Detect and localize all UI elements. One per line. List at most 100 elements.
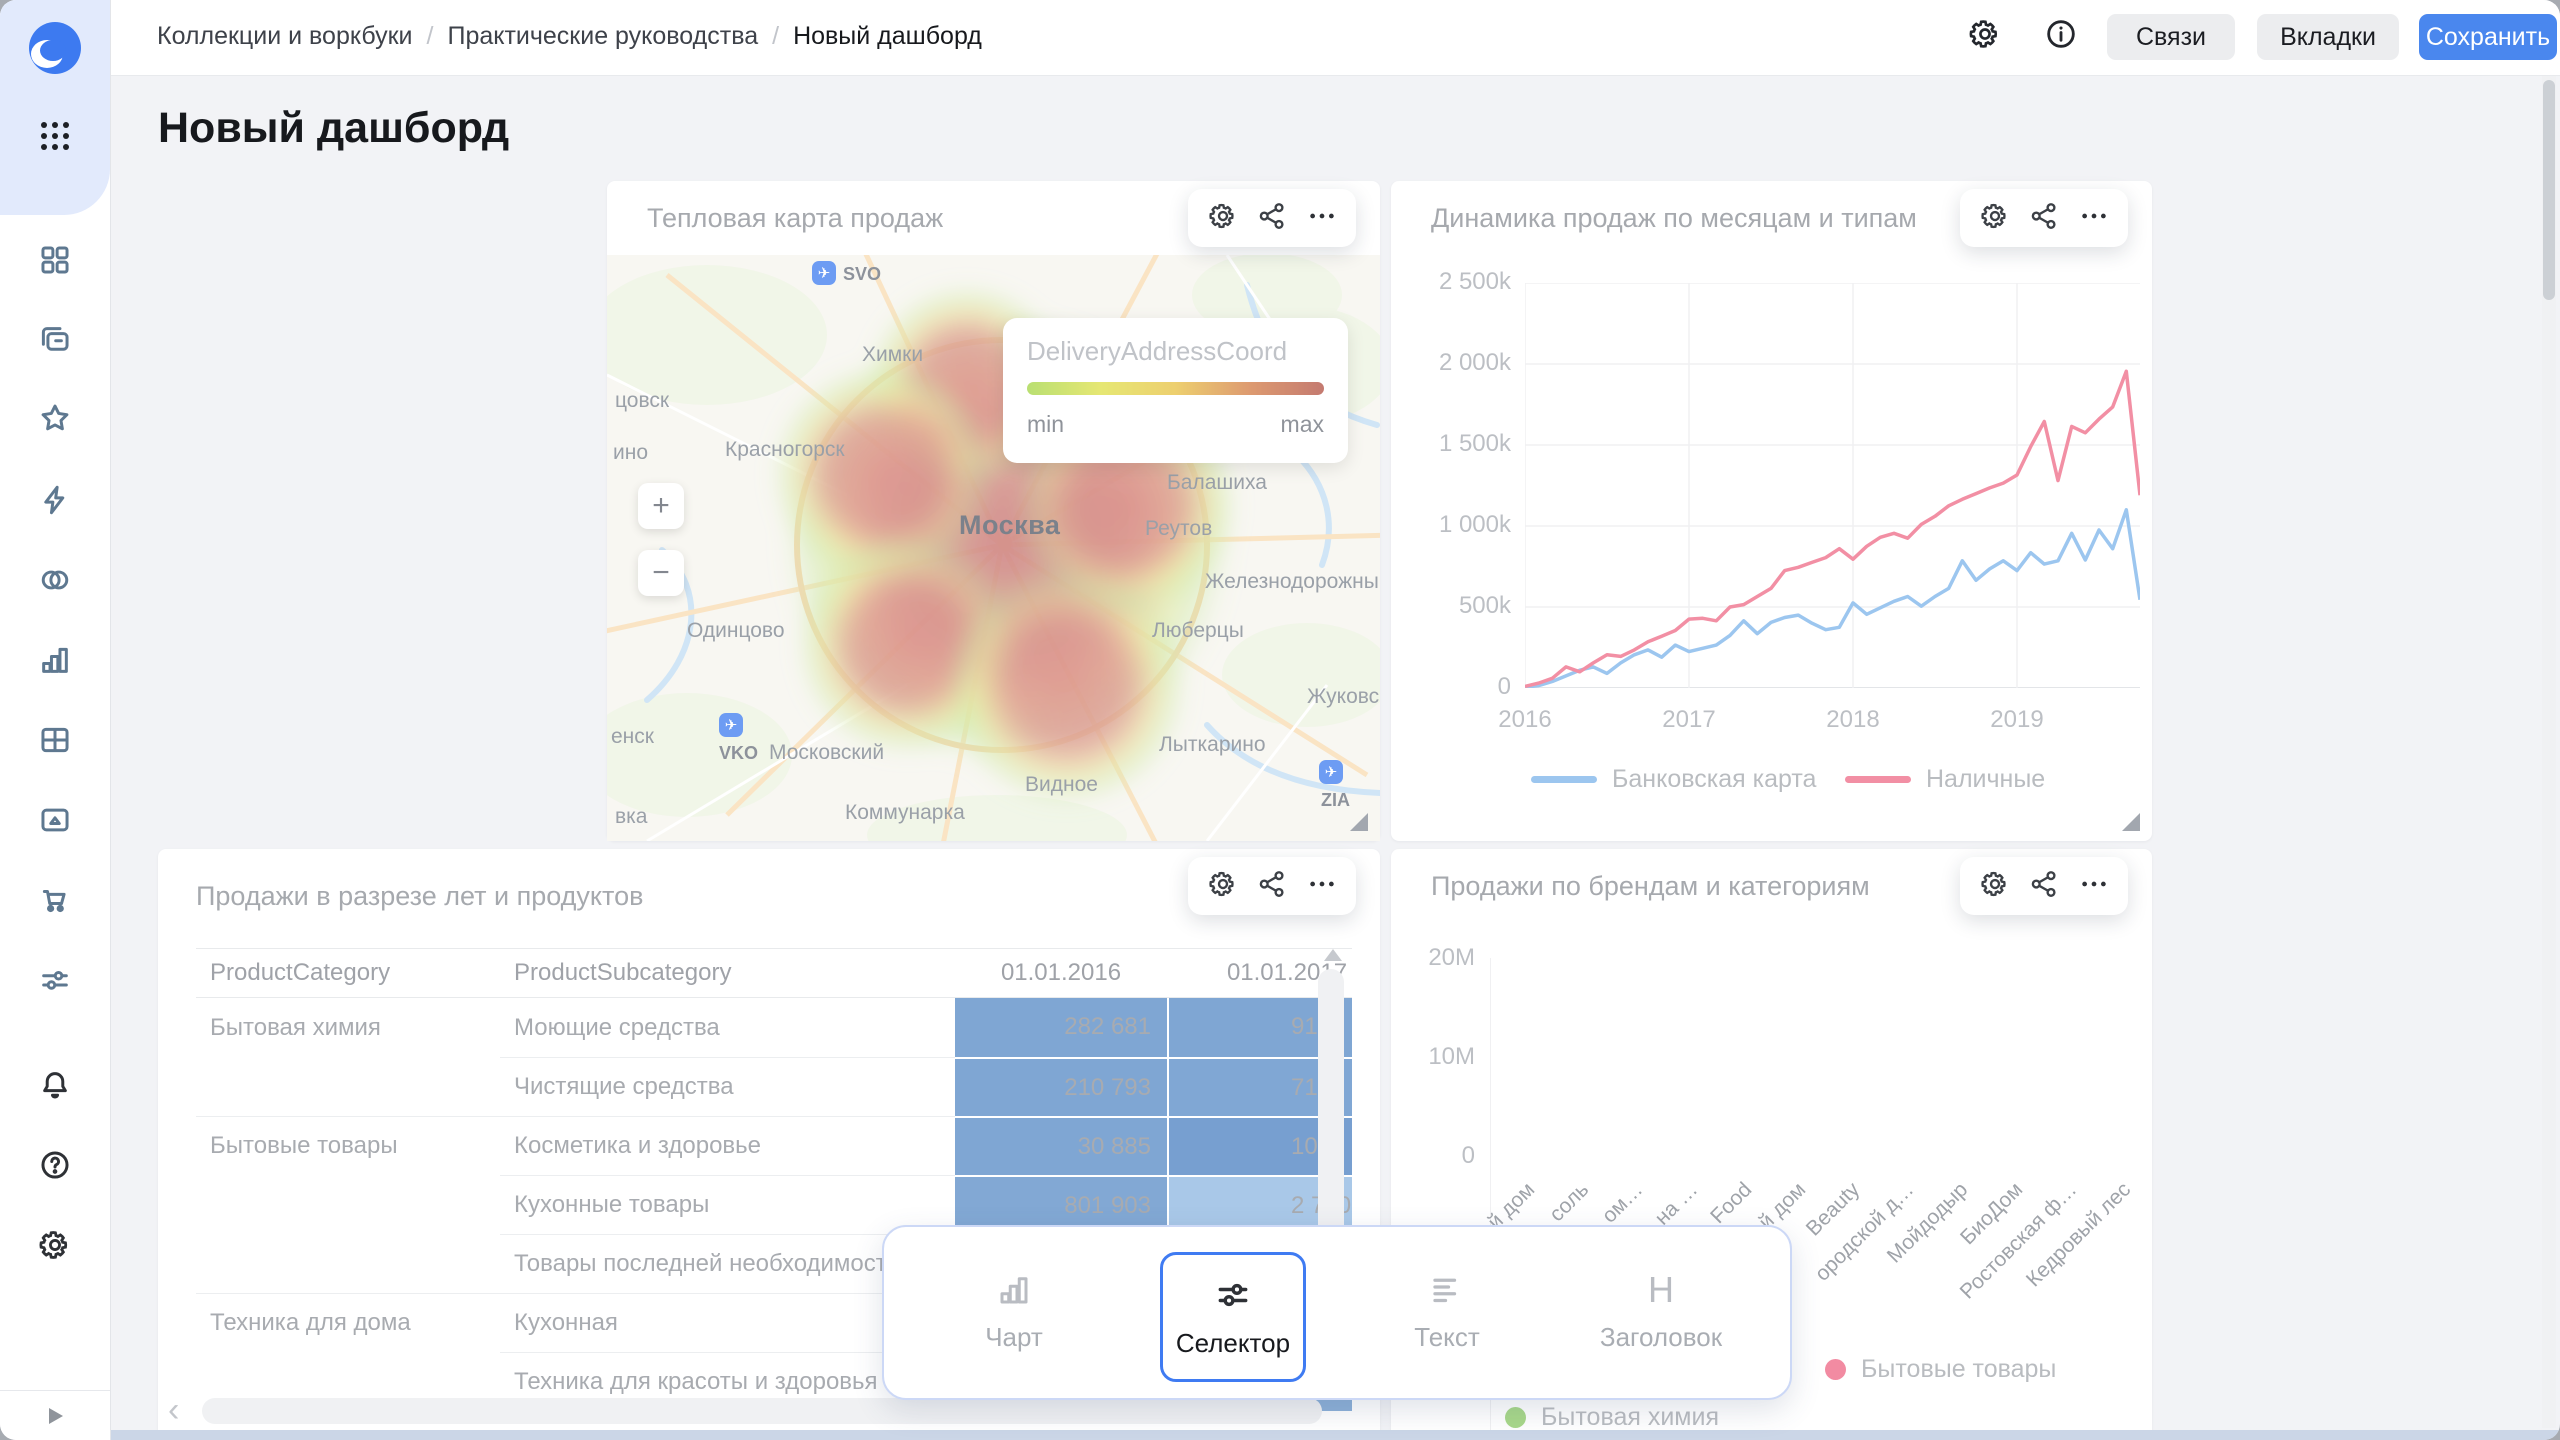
legend-item[interactable]: Бытовая химия bbox=[1505, 1403, 1719, 1432]
widget-links-icon[interactable] bbox=[1257, 201, 1287, 236]
cell-category: Бытовая химия bbox=[196, 998, 500, 1057]
widget-actions bbox=[1960, 857, 2128, 915]
city-label: вка bbox=[615, 805, 647, 829]
sidebar-item-tables[interactable] bbox=[38, 723, 72, 757]
info-button[interactable] bbox=[2044, 17, 2084, 57]
legend-item-card[interactable]: Банковская карта bbox=[1531, 765, 1816, 794]
tabs-button[interactable]: Вкладки bbox=[2257, 14, 2399, 60]
widget-settings-gear-icon[interactable] bbox=[1980, 201, 2010, 236]
toolbar-item-heading[interactable]: H Заголовок bbox=[1591, 1248, 1731, 1376]
bar-plot bbox=[1490, 958, 2140, 1156]
toolbar-item-chart[interactable]: Чарт bbox=[944, 1248, 1084, 1376]
map-zoom-out-button[interactable]: − bbox=[638, 550, 684, 596]
table-scroll-left-arrow[interactable]: ‹ bbox=[168, 1391, 179, 1430]
column-header[interactable]: ProductSubcategory bbox=[500, 948, 955, 998]
category-name: Бытовые товары bbox=[1861, 1355, 2056, 1384]
sliders-icon bbox=[1214, 1276, 1252, 1314]
series-color-dash bbox=[1845, 776, 1911, 783]
x-tick-label: 2018 bbox=[1808, 706, 1898, 734]
airport-code: SVO bbox=[843, 264, 881, 285]
category-color-dot bbox=[1825, 1359, 1846, 1380]
city-label: Люберцы bbox=[1152, 619, 1244, 643]
breadcrumb-collections[interactable]: Коллекции и воркбуки bbox=[157, 22, 413, 51]
links-button[interactable]: Связи bbox=[2107, 14, 2235, 60]
table-horizontal-scrollbar[interactable] bbox=[202, 1398, 1322, 1424]
legend-field-name: DeliveryAddressCoord bbox=[1027, 336, 1287, 367]
city-label: Химки bbox=[862, 343, 923, 367]
apps-grid-icon[interactable] bbox=[35, 116, 75, 156]
widget-settings-gear-icon[interactable] bbox=[1208, 201, 1238, 236]
legend-item[interactable]: Бытовые товары bbox=[1825, 1355, 2056, 1384]
dashboard-settings-button[interactable] bbox=[1968, 17, 2008, 57]
toolbar-item-text[interactable]: Текст bbox=[1377, 1248, 1517, 1376]
sidebar-item-marketplace[interactable] bbox=[38, 883, 72, 917]
widget-more-icon[interactable] bbox=[2079, 201, 2109, 236]
widget-settings-gear-icon[interactable] bbox=[1980, 869, 2010, 904]
sidebar-item-dashboards[interactable] bbox=[38, 243, 72, 277]
y-tick-label: 0 bbox=[1411, 673, 1511, 701]
column-header[interactable]: 01.01.2016 bbox=[955, 948, 1167, 998]
widget-heatmap[interactable]: Тепловая карта продаж bbox=[607, 181, 1380, 841]
widget-line-chart[interactable]: Динамика продаж по месяцам и типам Банко… bbox=[1391, 181, 2152, 841]
airport-plane-icon: ✈ bbox=[719, 713, 743, 737]
breadcrumb-workbook[interactable]: Практические руководства bbox=[447, 22, 758, 51]
legend-item-cash[interactable]: Наличные bbox=[1845, 765, 2045, 794]
x-tick-label: 2019 bbox=[1972, 706, 2062, 734]
map-zoom-in-button[interactable]: + bbox=[638, 483, 684, 529]
widget-resize-handle[interactable] bbox=[2122, 813, 2140, 831]
cell-category bbox=[196, 1234, 500, 1293]
sidebar-item-charts[interactable] bbox=[38, 643, 72, 677]
table-row: Бытовая химияМоющие средства282 681913 bbox=[196, 998, 1352, 1057]
sidebar-logo-area bbox=[0, 0, 110, 215]
sidebar-item-services[interactable] bbox=[38, 963, 72, 997]
sidebar-item-files[interactable] bbox=[38, 803, 72, 837]
datalens-logo-icon[interactable] bbox=[29, 22, 81, 74]
sidebar-item-favorites[interactable] bbox=[38, 401, 72, 435]
widget-more-icon[interactable] bbox=[1307, 201, 1337, 236]
page-scrollbar-thumb[interactable] bbox=[2543, 80, 2555, 300]
table-row: Бытовые товарыКосметика и здоровье30 885… bbox=[196, 1116, 1352, 1175]
city-label: Жуковс bbox=[1307, 685, 1379, 709]
cell-value-2016: 30 885 bbox=[955, 1116, 1167, 1175]
info-circle-icon bbox=[2044, 17, 2078, 51]
widget-more-icon[interactable] bbox=[1307, 869, 1337, 904]
toolbar-item-selector[interactable]: Селектор bbox=[1160, 1252, 1306, 1382]
window-bottom-strip bbox=[110, 1430, 2560, 1440]
widget-links-icon[interactable] bbox=[1257, 869, 1287, 904]
sidebar-item-collections[interactable] bbox=[38, 323, 72, 357]
page-title: Новый дашборд bbox=[158, 104, 509, 153]
widget-title: Продажи в разрезе лет и продуктов bbox=[196, 881, 643, 912]
notifications-button[interactable] bbox=[38, 1068, 72, 1102]
widget-more-icon[interactable] bbox=[2079, 869, 2109, 904]
x-tick-label: 2017 bbox=[1644, 706, 1734, 734]
settings-button[interactable] bbox=[38, 1228, 72, 1262]
lightning-icon bbox=[38, 483, 72, 517]
widget-links-icon[interactable] bbox=[2029, 869, 2059, 904]
widget-links-icon[interactable] bbox=[2029, 201, 2059, 236]
save-button[interactable]: Сохранить bbox=[2419, 14, 2557, 60]
widget-title: Продажи по брендам и категориям bbox=[1431, 871, 1870, 902]
breadcrumb: Коллекции и воркбуки / Практические руко… bbox=[157, 22, 982, 51]
widget-actions bbox=[1188, 189, 1356, 247]
airport-plane-icon: ✈ bbox=[1319, 760, 1343, 784]
cart-icon bbox=[38, 883, 72, 917]
sidebar-collapse-button[interactable] bbox=[0, 1390, 110, 1440]
map-canvas[interactable]: ХимкицовскиноКрасногорскМоскваБалашихаРе… bbox=[607, 255, 1380, 841]
city-label: Коммунарка bbox=[845, 801, 965, 825]
top-header: Коллекции и воркбуки / Практические руко… bbox=[111, 0, 2560, 76]
column-header[interactable]: ProductCategory bbox=[196, 948, 500, 998]
y-tick-label: 2 500k bbox=[1411, 268, 1511, 296]
question-circle-icon bbox=[38, 1148, 72, 1182]
widget-actions bbox=[1188, 857, 1356, 915]
airport-plane-icon: ✈ bbox=[812, 261, 836, 285]
series-Наличные bbox=[1525, 371, 2140, 686]
sidebar-item-operations[interactable] bbox=[38, 483, 72, 517]
table-scroll-up-arrow[interactable] bbox=[1324, 949, 1342, 961]
widget-resize-handle[interactable] bbox=[1350, 813, 1368, 831]
help-button[interactable] bbox=[38, 1148, 72, 1182]
sidebar-item-datasets[interactable] bbox=[38, 563, 72, 597]
browser-window: Коллекции и воркбуки / Практические руко… bbox=[0, 0, 2560, 1440]
widget-settings-gear-icon[interactable] bbox=[1208, 869, 1238, 904]
line-plot bbox=[1525, 283, 2140, 688]
bell-icon bbox=[38, 1068, 72, 1102]
